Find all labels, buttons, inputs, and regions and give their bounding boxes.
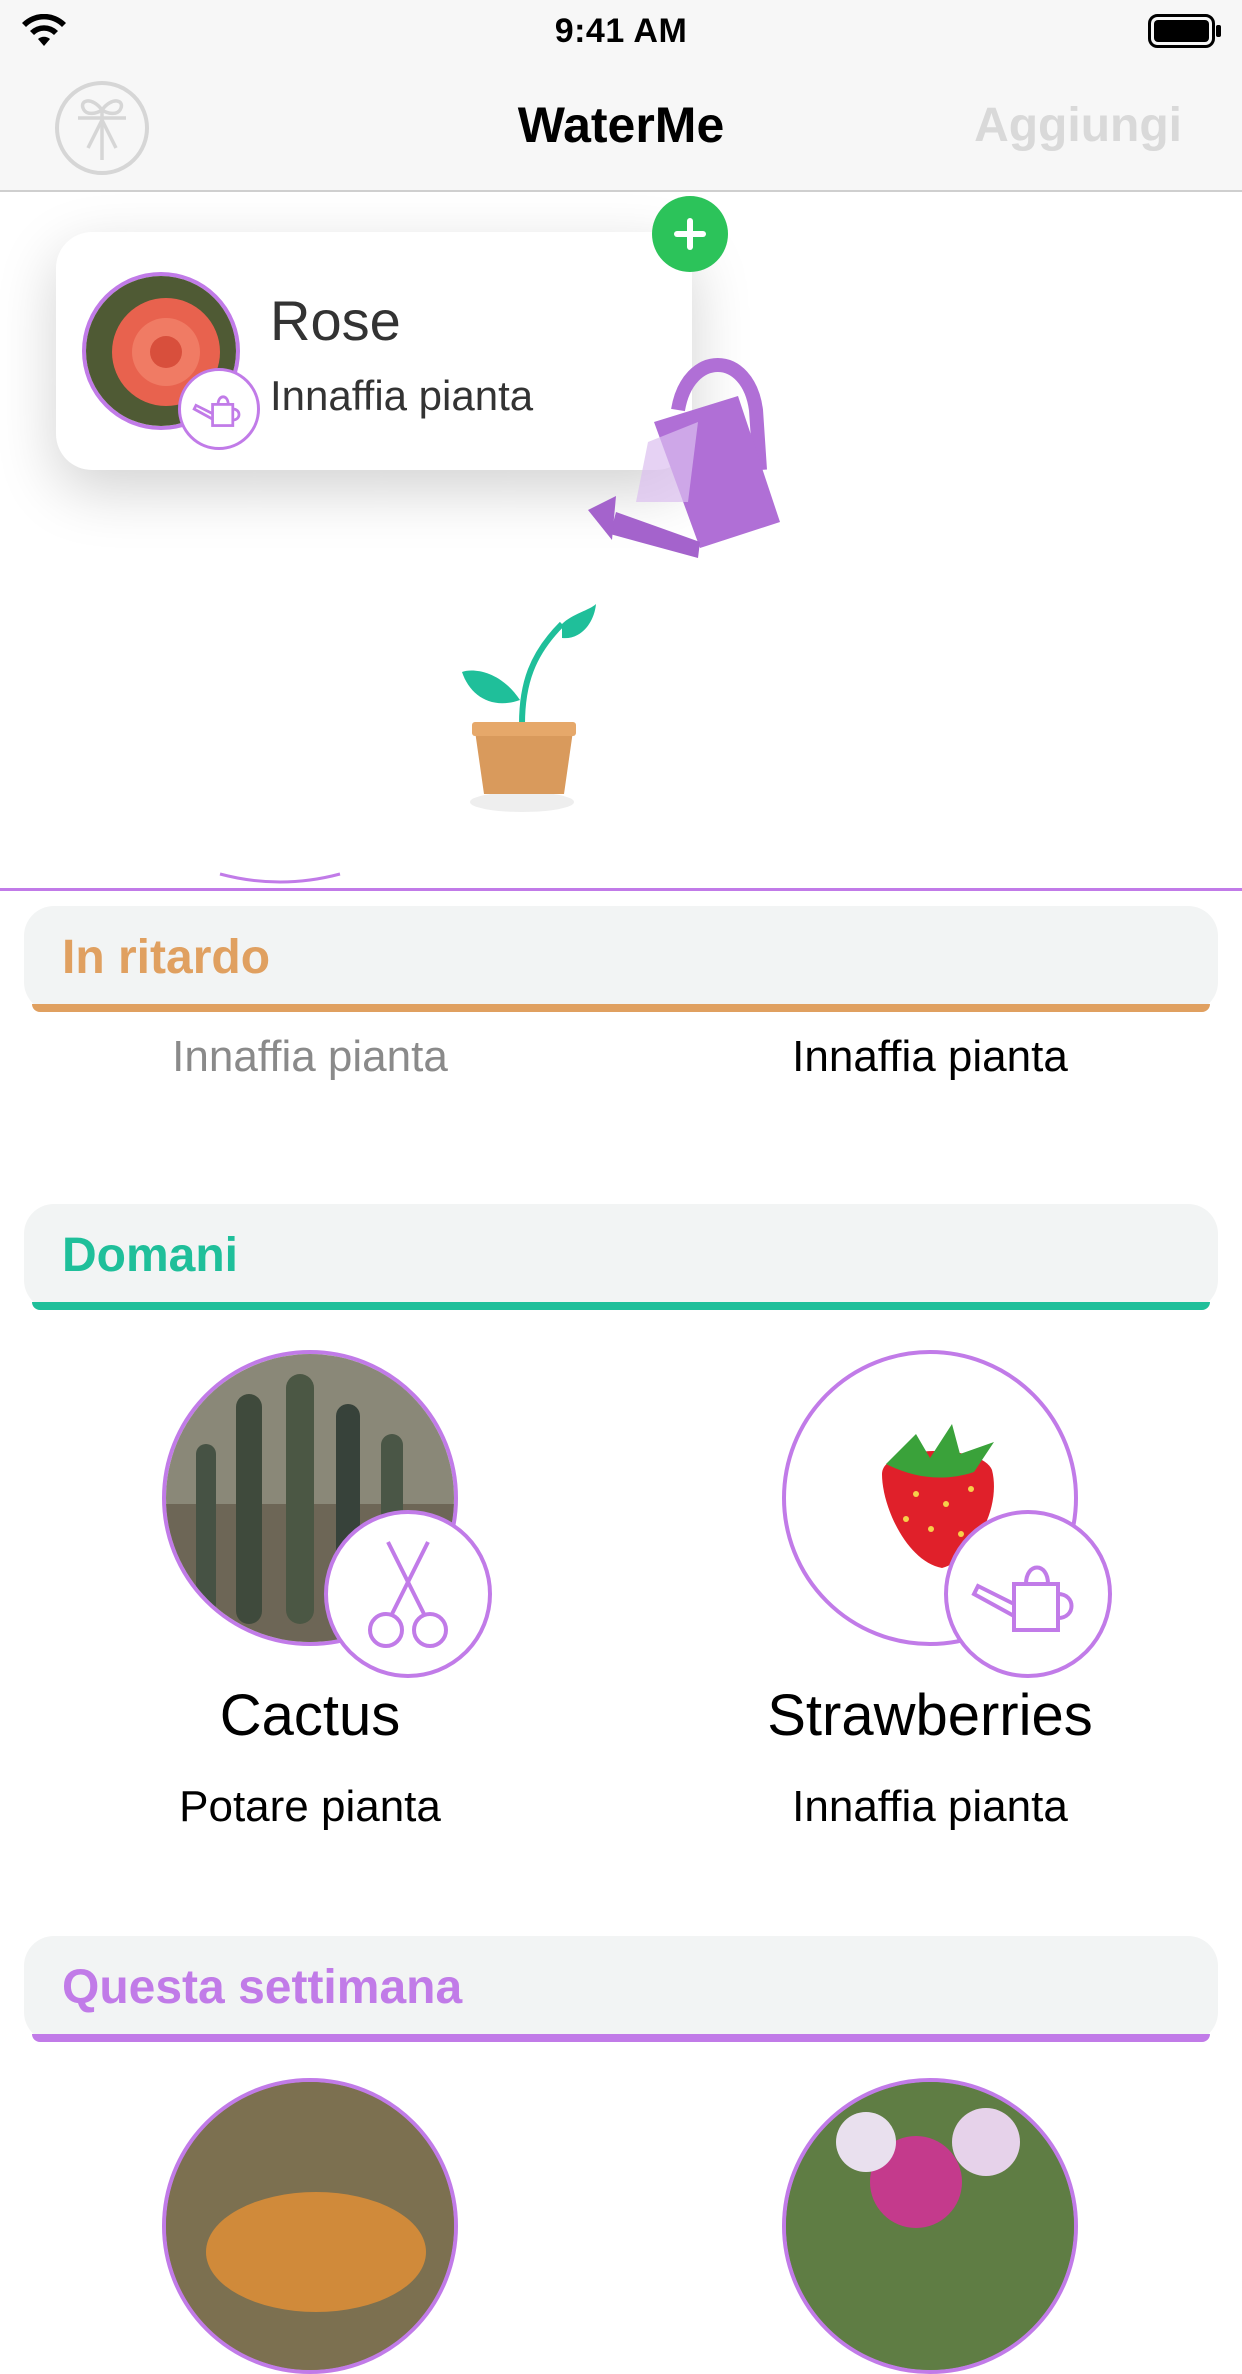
section-underline	[32, 1302, 1210, 1310]
status-bar: 9:41 AM	[0, 0, 1242, 62]
plant-photo-week-2[interactable]	[782, 2078, 1078, 2374]
section-header-tomorrow: Domani	[24, 1204, 1218, 1310]
section-title: In ritardo	[62, 931, 271, 984]
watering-can-icon	[944, 1510, 1112, 1678]
section-header-week: Questa settimana	[24, 1936, 1218, 2042]
plant-tile-cactus[interactable]: Cactus Potare pianta	[110, 1350, 510, 1831]
watering-can-icon	[178, 368, 260, 450]
section-title: Domani	[62, 1229, 239, 1282]
plant-task: Innaffia pianta	[792, 1782, 1068, 1831]
late-tile-2[interactable]: Innaffia pianta	[730, 1032, 1130, 1082]
section-header-late: In ritardo	[24, 906, 1218, 1012]
section-underline	[32, 2034, 1210, 2042]
plant-name: Cactus	[219, 1683, 401, 1748]
plant-name: Strawberries	[767, 1683, 1093, 1748]
tile-task: Innaffia pianta	[792, 1032, 1068, 1081]
scissors-icon	[324, 1510, 492, 1678]
drag-card-name: Rose	[270, 289, 401, 352]
drag-overlay: Rose Innaffia pianta	[0, 192, 1242, 891]
add-plus-icon	[652, 196, 728, 272]
tile-task: Innaffia pianta	[172, 1032, 448, 1081]
potted-plant-illustration	[462, 604, 596, 812]
partial-row-decoration	[219, 872, 341, 884]
section-underline	[32, 1004, 1210, 1012]
late-tile-1[interactable]: Innaffia pianta	[110, 1032, 510, 1082]
plant-task: Potare pianta	[179, 1782, 441, 1831]
section-title: Questa settimana	[62, 1961, 463, 2014]
add-button[interactable]: Aggiungi	[974, 98, 1182, 153]
plant-photo-week-1[interactable]	[162, 2078, 458, 2374]
battery-icon	[1148, 14, 1221, 48]
status-time: 9:41 AM	[554, 12, 688, 50]
drag-card-task: Innaffia pianta	[270, 372, 534, 419]
watering-can-illustration	[588, 358, 780, 558]
plant-tile-strawberries[interactable]: Strawberries Innaffia pianta	[730, 1350, 1130, 1831]
navigation-bar: WaterMe Aggiungi	[0, 62, 1242, 192]
